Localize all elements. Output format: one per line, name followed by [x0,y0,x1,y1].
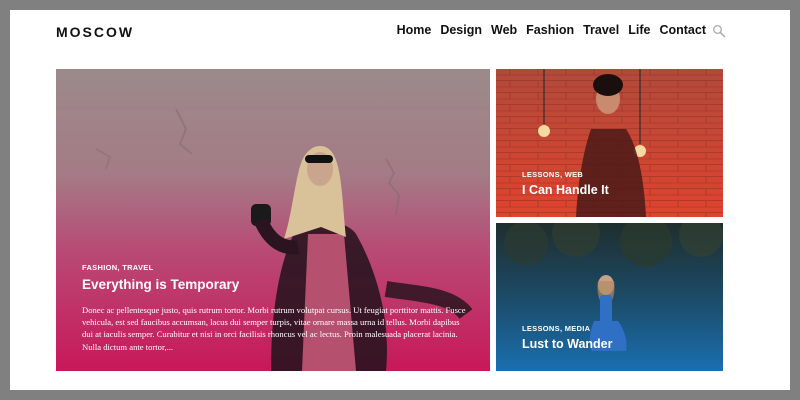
featured-post-category[interactable]: FASHION, TRAVEL [82,263,153,272]
post-card-i-can-handle-it[interactable]: LESSONS, WEB I Can Handle It [496,69,723,217]
post-category[interactable]: LESSONS, WEB [522,170,583,179]
nav-contact[interactable]: Contact [659,23,706,37]
nav-web[interactable]: Web [491,23,517,37]
search-icon[interactable] [712,24,726,38]
nav-home[interactable]: Home [397,23,432,37]
page-frame: MOSCOW Home Design Web Fashion Travel Li… [10,10,790,390]
site-logo[interactable]: MOSCOW [56,24,134,40]
nav-design[interactable]: Design [440,23,482,37]
featured-post-card[interactable]: FASHION, TRAVEL Everything is Temporary … [56,69,490,371]
nav-fashion[interactable]: Fashion [526,23,574,37]
post-title[interactable]: Lust to Wander [522,337,613,351]
featured-post-excerpt: Donec ac pellentesque justo, quis rutrum… [82,305,466,352]
nav-travel[interactable]: Travel [583,23,619,37]
post-title[interactable]: I Can Handle It [522,183,609,197]
post-card-lust-to-wander[interactable]: LESSONS, MEDIA Lust to Wander [496,223,723,371]
main-nav: Home Design Web Fashion Travel Life Cont… [397,23,706,37]
featured-post-title[interactable]: Everything is Temporary [82,277,239,292]
nav-life[interactable]: Life [628,23,650,37]
post-category[interactable]: LESSONS, MEDIA [522,324,590,333]
